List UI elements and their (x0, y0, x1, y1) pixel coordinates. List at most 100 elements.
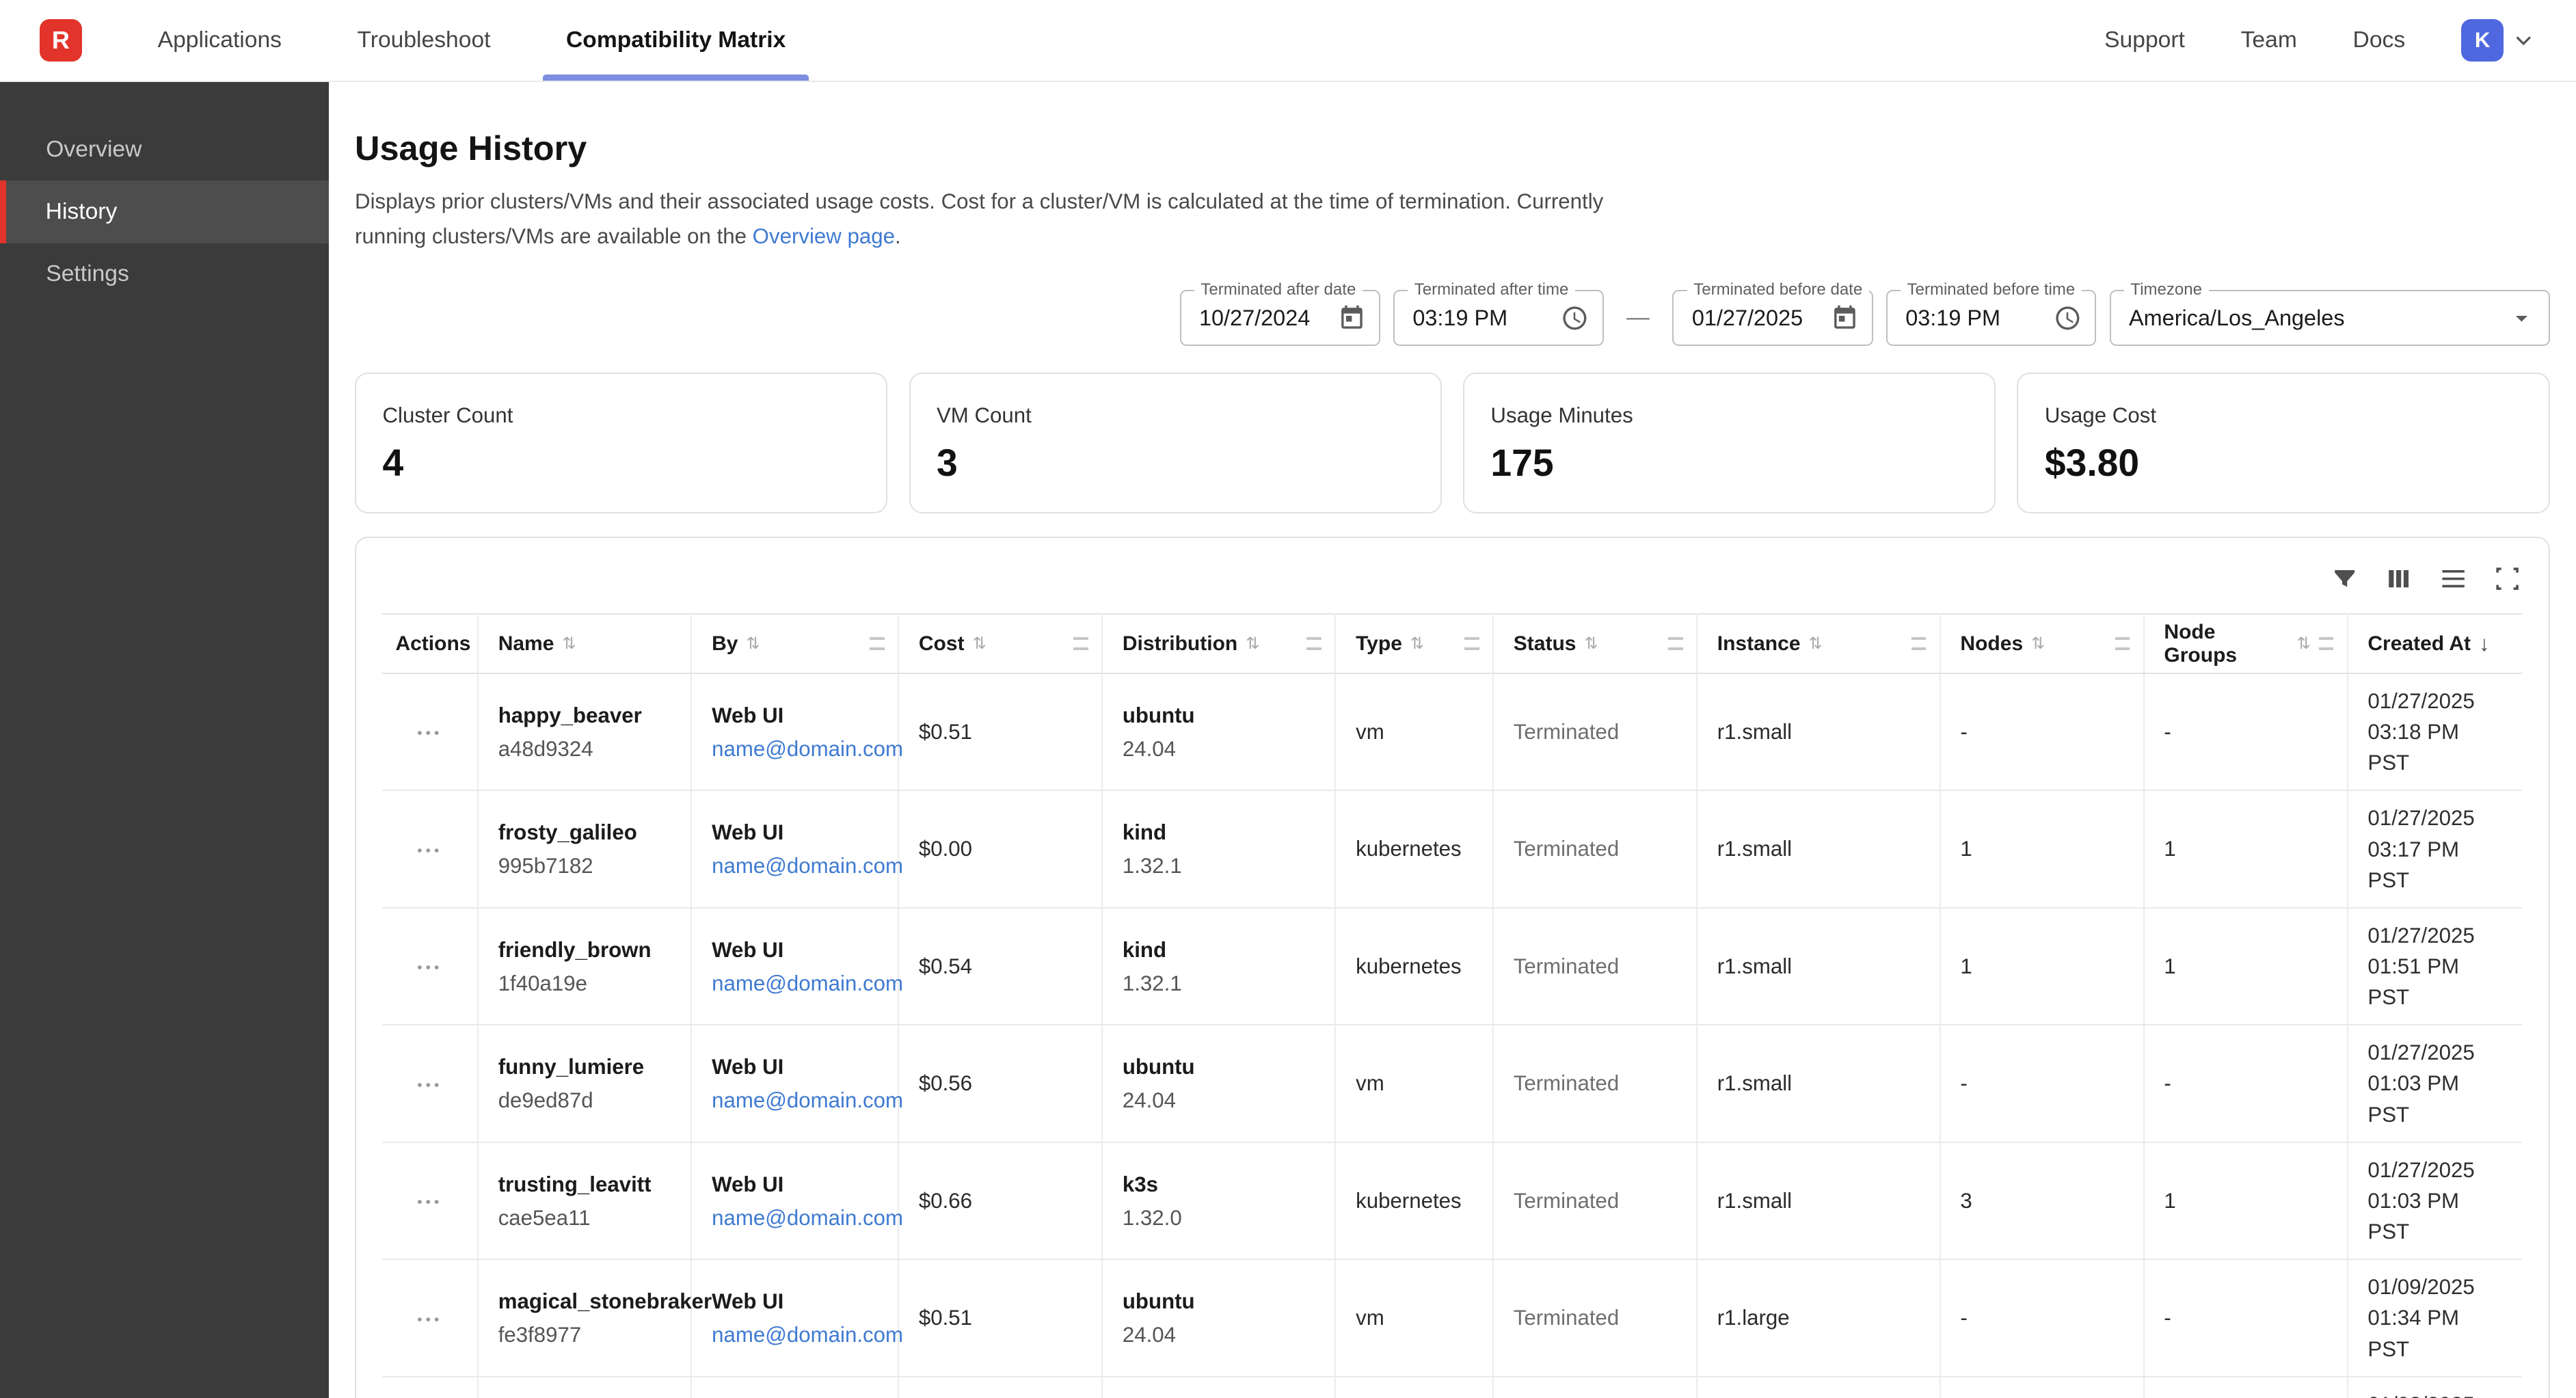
density-button[interactable] (2439, 564, 2468, 593)
column-resize-handle[interactable] (2115, 637, 2130, 650)
created-time: 03:17 PM PST (2367, 834, 2502, 896)
node-groups-value: 1 (2164, 837, 2175, 861)
created-time: 01:51 PM PST (2367, 951, 2502, 1013)
creator-email-link[interactable]: name@domain.com (712, 852, 878, 881)
sidebar-item-history[interactable]: History (0, 180, 329, 243)
user-menu[interactable]: K (2461, 19, 2537, 62)
columns-button[interactable] (2384, 564, 2413, 593)
calendar-icon[interactable] (1338, 304, 1366, 332)
nav-team[interactable]: Team (2241, 27, 2297, 53)
clock-icon[interactable] (2054, 304, 2082, 332)
terminated-after-date-label: Terminated after date (1194, 280, 1363, 299)
creator-email-link[interactable]: name@domain.com (712, 1321, 878, 1349)
cluster-name: trusting_leavitt (498, 1170, 671, 1200)
nav-support[interactable]: Support (2104, 27, 2185, 53)
column-header-type[interactable]: Type⇅ (1335, 614, 1493, 673)
terminated-before-date-field[interactable]: Terminated before date 01/27/2025 (1672, 290, 1873, 346)
sort-icon[interactable]: ⇅ (1585, 634, 1598, 654)
cost-value: $0.00 (919, 837, 972, 861)
terminated-before-time-label: Terminated before time (1901, 280, 2082, 299)
terminated-after-time-field[interactable]: Terminated after time 03:19 PM (1393, 290, 1604, 346)
nav-docs[interactable]: Docs (2353, 27, 2406, 53)
row-actions-button[interactable]: ••• (411, 838, 449, 863)
brand-letter: R (52, 26, 70, 55)
fullscreen-icon (2493, 564, 2522, 593)
terminated-before-time-field[interactable]: Terminated before time 03:19 PM (1886, 290, 2097, 346)
sort-icon[interactable]: ⇅ (1809, 634, 1823, 654)
cluster-name: happy_beaver (498, 701, 671, 731)
cluster-id: cae5ea11 (498, 1205, 671, 1233)
fullscreen-button[interactable] (2493, 564, 2522, 593)
chevron-down-icon[interactable] (2508, 304, 2536, 332)
cluster-id: 995b7182 (498, 852, 671, 881)
column-label: Distribution (1123, 632, 1237, 656)
sort-icon[interactable]: ⇅ (973, 634, 987, 654)
column-resize-handle[interactable] (1668, 637, 1683, 650)
column-header-created-at[interactable]: Created At↓ (2348, 614, 2523, 673)
stat-value: 4 (382, 441, 859, 485)
nav-compatibility-matrix[interactable]: Compatibility Matrix (550, 0, 802, 81)
row-actions-button[interactable]: ••• (411, 721, 449, 745)
column-header-name[interactable]: Name ⇅ (478, 614, 691, 673)
cluster-id: 1f40a19e (498, 970, 671, 998)
row-actions-button[interactable]: ••• (411, 1307, 449, 1332)
column-resize-handle[interactable] (1911, 637, 1927, 650)
column-header-actions: Actions (382, 614, 477, 673)
column-header-by[interactable]: By⇅ (691, 614, 898, 673)
column-resize-handle[interactable] (1073, 637, 1088, 650)
filter-button[interactable] (2330, 564, 2359, 593)
column-resize-handle[interactable] (1306, 637, 1321, 650)
node-groups-value: 1 (2164, 954, 2175, 978)
column-header-node-groups[interactable]: Node Groups⇅ (2144, 614, 2348, 673)
column-header-distribution[interactable]: Distribution ⇅ (1102, 614, 1335, 673)
table-row: ••• frosty_galileo 995b7182 Web UI name@… (382, 790, 2522, 907)
sort-icon[interactable]: ⇅ (1410, 634, 1424, 654)
calendar-icon[interactable] (1831, 304, 1859, 332)
stat-card-usage-minutes: Usage Minutes 175 (1463, 373, 1996, 514)
instance-value: r1.small (1717, 837, 1792, 861)
column-header-nodes[interactable]: Nodes⇅ (1940, 614, 2144, 673)
column-header-instance[interactable]: Instance⇅ (1697, 614, 1940, 673)
node-groups-value: - (2164, 1071, 2171, 1095)
creator-email-link[interactable]: name@domain.com (712, 1087, 878, 1115)
column-resize-handle[interactable] (1464, 637, 1479, 650)
cost-value: $0.51 (919, 720, 972, 744)
created-date: 01/27/2025 (2367, 920, 2502, 951)
sort-desc-icon[interactable]: ↓ (2479, 632, 2490, 656)
creator-email-link[interactable]: name@domain.com (712, 736, 878, 764)
terminated-before-date-label: Terminated before date (1687, 280, 1869, 299)
overview-page-link[interactable]: Overview page (753, 224, 895, 248)
stat-label: Usage Minutes (1490, 403, 1968, 428)
nav-applications[interactable]: Applications (142, 0, 298, 81)
sort-icon[interactable]: ⇅ (746, 634, 760, 654)
column-label: Name (498, 632, 554, 656)
sort-icon[interactable]: ⇅ (2297, 634, 2311, 654)
distribution-version: 24.04 (1123, 1087, 1315, 1115)
row-actions-button[interactable]: ••• (411, 1073, 449, 1097)
column-resize-handle[interactable] (870, 637, 885, 650)
stat-cards: Cluster Count 4 VM Count 3 Usage Minutes… (355, 373, 2550, 514)
sidebar-item-overview[interactable]: Overview (0, 118, 329, 180)
type-value: kubernetes (1356, 1189, 1462, 1213)
timezone-select[interactable]: Timezone America/Los_Angeles (2110, 290, 2550, 346)
terminated-after-date-field[interactable]: Terminated after date 10/27/2024 (1180, 290, 1380, 346)
status-badge: Terminated (1514, 1071, 1620, 1095)
row-actions-button[interactable]: ••• (411, 1189, 449, 1214)
column-header-status[interactable]: Status⇅ (1493, 614, 1697, 673)
column-resize-handle[interactable] (2319, 637, 2334, 650)
sort-icon[interactable]: ⇅ (2031, 634, 2045, 654)
column-header-cost[interactable]: Cost⇅ (898, 614, 1102, 673)
created-by: Web UI (712, 1052, 878, 1082)
creator-email-link[interactable]: name@domain.com (712, 970, 878, 998)
cost-value: $0.54 (919, 954, 972, 978)
row-actions-button[interactable]: ••• (411, 955, 449, 980)
clock-icon[interactable] (1561, 304, 1589, 332)
brand-logo[interactable]: R (40, 19, 82, 62)
status-badge: Terminated (1514, 720, 1620, 744)
creator-email-link[interactable]: name@domain.com (712, 1205, 878, 1233)
sidebar-item-settings[interactable]: Settings (0, 243, 329, 306)
sort-icon[interactable]: ⇅ (562, 634, 576, 654)
sort-icon[interactable]: ⇅ (1246, 634, 1259, 654)
nav-troubleshoot[interactable]: Troubleshoot (340, 0, 507, 81)
timezone-label: Timezone (2124, 280, 2209, 299)
